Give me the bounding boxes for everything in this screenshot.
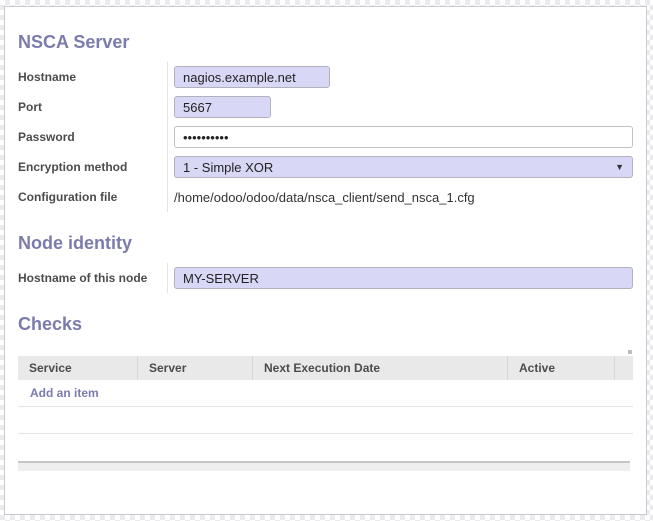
port-input[interactable] [174,96,271,118]
column-header-spacer [615,356,633,380]
encryption-method-select[interactable]: 1 - Simple XOR ▼ [174,156,633,178]
column-header-active[interactable]: Active [508,356,615,380]
encryption-method-field-cell: 1 - Simple XOR ▼ [167,152,633,182]
add-an-item-link[interactable]: Add an item [30,386,99,400]
port-label: Port [18,100,167,114]
node-hostname-field-cell [167,263,633,293]
column-header-next-execution-date[interactable]: Next Execution Date [253,356,508,380]
hostname-label: Hostname [18,70,167,84]
configuration-file-label: Configuration file [18,190,167,204]
node-hostname-label: Hostname of this node [18,271,167,285]
form-row-password: Password [18,122,633,152]
configuration-file-field-cell: /home/odoo/odoo/data/nsca_client/send_ns… [167,182,633,212]
resize-grip-icon [628,350,632,354]
horizontal-scrollbar[interactable] [18,461,630,471]
column-header-service[interactable]: Service [18,356,138,380]
encryption-method-selected-value: 1 - Simple XOR [183,160,273,175]
password-input[interactable] [174,126,633,148]
column-header-server[interactable]: Server [138,356,253,380]
form-row-node-hostname: Hostname of this node [18,263,633,293]
section-title-nsca-server: NSCA Server [18,32,633,52]
hostname-input[interactable] [174,66,330,88]
hostname-field-cell [167,62,633,92]
checks-table: Service Server Next Execution Date Activ… [18,356,633,434]
node-identity-form: Hostname of this node [18,263,633,293]
encryption-method-label: Encryption method [18,160,167,174]
checks-table-header: Service Server Next Execution Date Activ… [18,356,633,380]
chevron-down-icon: ▼ [615,162,624,172]
password-field-cell [167,122,633,152]
section-title-checks: Checks [18,314,633,334]
form-row-port: Port [18,92,633,122]
form-row-encryption-method: Encryption method 1 - Simple XOR ▼ [18,152,633,182]
node-hostname-input[interactable] [174,267,633,289]
password-label: Password [18,130,167,144]
form-panel: NSCA Server Hostname Port Password Encry… [4,6,647,515]
configuration-file-value: /home/odoo/odoo/data/nsca_client/send_ns… [174,190,475,205]
port-field-cell [167,92,633,122]
form-row-configuration-file: Configuration file /home/odoo/odoo/data/… [18,182,633,212]
form-row-hostname: Hostname [18,62,633,92]
section-title-node-identity: Node identity [18,233,633,253]
empty-table-row [18,407,633,434]
nsca-server-form: Hostname Port Password Encryption method… [18,62,633,212]
add-item-row: Add an item [18,380,633,407]
